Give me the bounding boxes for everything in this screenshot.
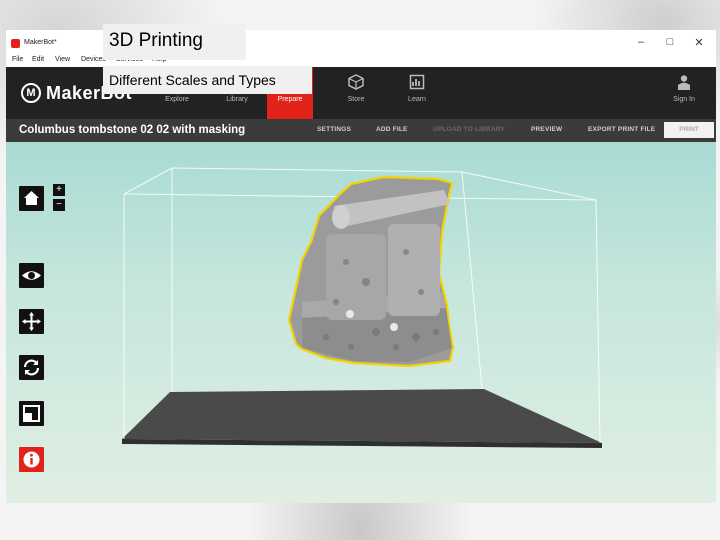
view-icon — [22, 271, 41, 280]
scale-icon — [23, 405, 40, 422]
zoom-out-button[interactable]: − — [53, 199, 65, 211]
move-icon — [22, 312, 41, 331]
slide-subtitle: Different Scales and Types — [103, 66, 312, 94]
nav-prepare-label: Prepare — [277, 96, 303, 103]
upload-to-library-button[interactable]: UPLOAD TO LIBRARY — [433, 126, 505, 133]
preview-button[interactable]: PREVIEW — [531, 126, 562, 133]
zoom-in-button[interactable]: + — [53, 184, 65, 196]
minimize-button[interactable]: – — [634, 36, 648, 48]
export-print-file-button[interactable]: EXPORT PRINT FILE — [588, 126, 655, 133]
nav-store-label: Store — [347, 96, 365, 103]
rotate-icon — [23, 359, 40, 376]
user-icon — [678, 75, 690, 90]
home-view-icon — [24, 191, 39, 205]
nav-explore-label: Explore — [165, 96, 189, 103]
add-file-button[interactable]: ADD FILE — [376, 126, 408, 133]
sign-in-label: Sign In — [673, 96, 695, 103]
home-view-button[interactable] — [19, 186, 44, 211]
menu-edit[interactable]: Edit — [32, 56, 44, 63]
makerbot-window: MakerBot* – □ ✕ File Edit View Devices S… — [6, 30, 716, 503]
print-button[interactable]: PRINT — [664, 122, 714, 138]
nav-store[interactable]: Store — [333, 67, 379, 119]
makerbot-brand-icon: M — [21, 83, 41, 103]
nav-learn-label: Learn — [408, 96, 426, 103]
close-button[interactable]: ✕ — [692, 36, 706, 49]
file-name: Columbus tombstone 02 02 with masking — [19, 124, 246, 136]
slide-title: 3D Printing — [103, 24, 246, 60]
build-viewport[interactable]: + − — [6, 142, 716, 503]
nav-library-label: Library — [226, 96, 248, 103]
info-icon — [23, 451, 40, 468]
rotate-button[interactable] — [19, 355, 44, 380]
view-button[interactable] — [19, 263, 44, 288]
nav-learn[interactable]: Learn — [394, 67, 440, 119]
sign-in-button[interactable]: Sign In — [661, 67, 707, 119]
app-title: MakerBot* — [24, 39, 57, 46]
build-scene — [122, 167, 602, 448]
makerbot-logo-icon — [11, 39, 20, 48]
build-plate — [122, 389, 602, 443]
tombstone-model — [287, 175, 455, 368]
scale-button[interactable] — [19, 401, 44, 426]
settings-button[interactable]: SETTINGS — [317, 126, 351, 133]
menu-file[interactable]: File — [12, 56, 23, 63]
move-button[interactable] — [19, 309, 44, 334]
learn-icon — [409, 74, 425, 90]
info-button[interactable] — [19, 447, 44, 472]
store-icon — [348, 74, 364, 90]
prepare-toolbar: Columbus tombstone 02 02 with masking SE… — [6, 119, 716, 142]
maximize-button[interactable]: □ — [663, 36, 677, 48]
menu-view[interactable]: View — [55, 56, 70, 63]
